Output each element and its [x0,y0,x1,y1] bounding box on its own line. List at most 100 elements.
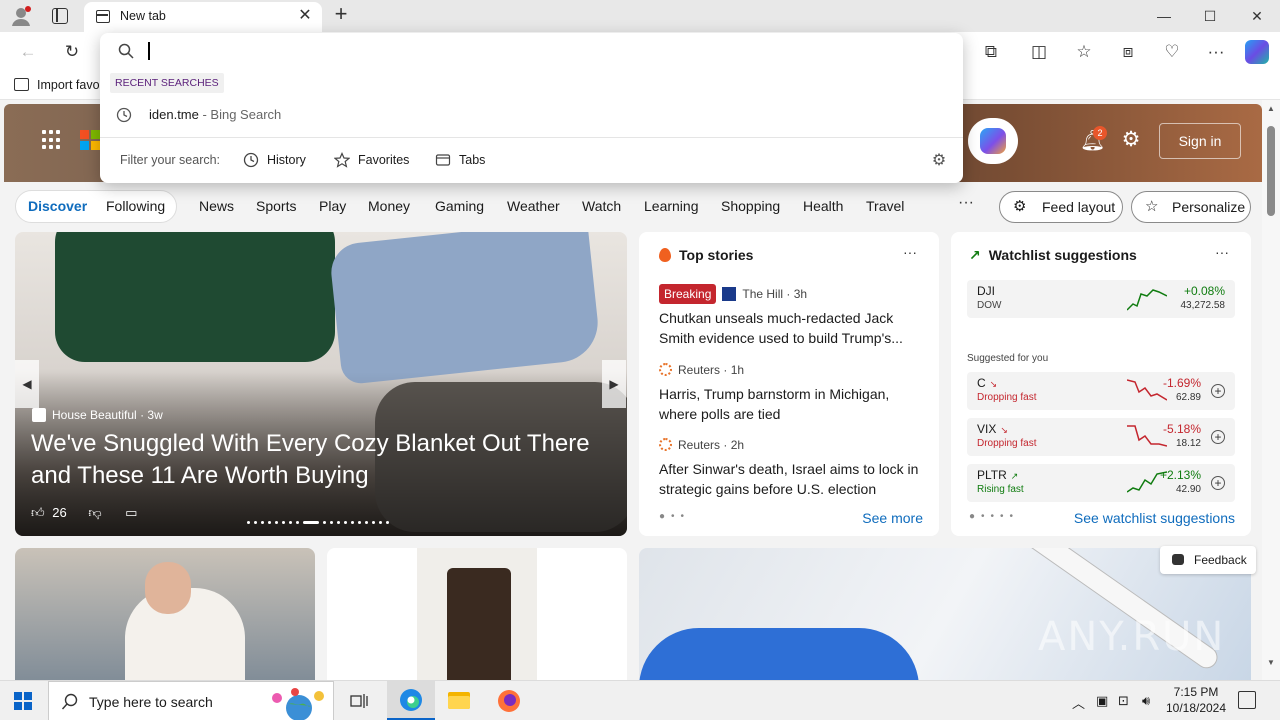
taskbar-file-explorer-icon[interactable] [435,681,483,720]
show-hidden-icons-icon[interactable]: ︿ [1072,693,1085,712]
watchlist-row[interactable]: C ↘ Dropping fast -1.69% 62.89 + [967,372,1235,410]
minimize-button[interactable]: — [1141,0,1187,32]
taskbar-clock[interactable]: 7:15 PM 10/18/2024 [1160,684,1232,716]
task-view-icon[interactable] [350,693,370,709]
add-to-watchlist-icon[interactable]: + [1211,430,1225,444]
page-settings-icon[interactable]: ⚙ [1120,129,1142,151]
meet-now-icon[interactable]: ▣ [1096,693,1108,709]
tab-following[interactable]: Following [106,198,165,214]
feed-layout-button[interactable]: ⚙ Feed layout [999,191,1123,223]
filter-favorites-button[interactable]: Favorites [334,150,414,170]
hero-image-blue-blanket [328,232,602,386]
tab-new-tab[interactable]: New tab ✕ [84,2,322,32]
story-item[interactable]: Reuters · 1h Harris, Trump barnstorm in … [659,360,919,424]
taskbar-search-box[interactable]: Type here to search [48,681,334,720]
watchlist-more-icon[interactable]: ··· [1215,244,1229,260]
taskbar-firefox-icon[interactable] [485,681,533,720]
close-window-button[interactable]: ✕ [1234,0,1280,32]
hero-carousel-dots[interactable] [247,514,393,525]
taskbar-edge-icon[interactable] [387,681,435,720]
watchlist-row[interactable]: PLTR ↗ Rising fast +2.13% 42.90 + [967,464,1235,502]
volume-icon[interactable]: 🔊︎ [1142,693,1150,709]
maximize-button[interactable]: ☐ [1187,0,1233,32]
stock-status: Dropping fast [977,438,1037,449]
nav-learning[interactable]: Learning [644,198,699,214]
filter-history-button[interactable]: History [243,150,313,170]
sign-in-button[interactable]: Sign in [1159,123,1241,159]
add-to-watchlist-icon[interactable]: + [1211,476,1225,490]
story-source: The Hill [742,287,784,301]
hero-card[interactable]: ◀ ▶ House Beautiful · 3w We've Snuggled … [15,232,627,536]
copilot-icon[interactable] [1245,40,1269,64]
watchlist-row-dji[interactable]: DJI DOW +0.08% 43,272.58 [967,280,1235,318]
address-input[interactable] [146,39,926,63]
feedback-button[interactable]: Feedback [1160,546,1256,574]
close-tab-icon[interactable]: ✕ [296,7,314,25]
top-stories-pager[interactable]: ●•• [659,511,690,522]
back-icon[interactable]: ← [16,40,40,64]
clock-date: 10/18/2024 [1165,701,1227,715]
stock-price: 43,272.58 [1180,300,1226,311]
search-settings-icon[interactable]: ⚙ [930,152,948,170]
watchlist-row[interactable]: VIX ↘ Dropping fast -5.18% 18.12 + [967,418,1235,456]
news-tile-fashion[interactable] [327,548,627,680]
watchlist-pager[interactable]: ●•••• [969,511,1019,522]
favorites-star-icon[interactable]: ☆ [1072,40,1096,64]
extensions-icon[interactable]: ⧉ [979,40,1003,64]
filter-search-label: Filter your search: [120,153,221,167]
news-tile-pope[interactable] [15,548,315,680]
the-hill-logo-icon [722,287,737,301]
start-windows-icon[interactable] [14,692,32,710]
story-item[interactable]: Reuters · 2h After Sinwar's death, Israe… [659,435,919,499]
recent-search-item[interactable]: iden.tme - Bing Search [100,101,963,129]
tab-discover[interactable]: Discover [28,198,87,214]
browser-essentials-icon[interactable]: ♡ [1160,40,1184,64]
collections-icon[interactable]: ⧈ [1116,40,1140,64]
refresh-icon[interactable]: ↻ [60,40,84,64]
nav-money[interactable]: Money [368,198,410,214]
nav-news[interactable]: News [199,198,234,214]
suggested-label: Suggested for you [967,353,1049,364]
import-favorites-item[interactable]: Import favo [14,78,100,92]
story-title: After Sinwar's death, Israel aims to loc… [659,461,919,497]
split-screen-icon[interactable]: ◫ [1027,40,1051,64]
nav-watch[interactable]: Watch [582,198,621,214]
watchlist-heading: ↗ Watchlist suggestions [969,247,1137,264]
network-icon[interactable]: ⊡ [1118,693,1129,709]
page-scrollbar[interactable]: ▲ ▼ [1262,100,1280,680]
see-more-link[interactable]: See more [862,510,923,526]
feed-layout-label: Feed layout [1042,199,1116,215]
nav-gaming[interactable]: Gaming [435,198,484,214]
nav-health[interactable]: Health [803,198,843,214]
new-tab-button[interactable]: + [330,3,352,26]
profile-icon[interactable] [10,5,32,27]
scroll-down-icon[interactable]: ▼ [1266,658,1276,667]
more-menu-icon[interactable]: ··· [1204,40,1228,64]
top-stories-card: Top stories ··· Breaking The Hill · 3h Ch… [639,232,939,536]
nav-sports[interactable]: Sports [256,198,296,214]
nav-weather[interactable]: Weather [507,198,560,214]
like-icon[interactable]: 👍︎ [31,505,45,520]
microsoft-logo-icon [80,130,100,150]
add-to-watchlist-icon[interactable]: + [1211,384,1225,398]
nav-shopping[interactable]: Shopping [721,198,780,214]
action-center-icon[interactable] [1238,691,1256,709]
filter-tabs-button[interactable]: Tabs [435,150,495,170]
story-item[interactable]: Breaking The Hill · 3h Chutkan unseals mu… [659,284,919,348]
comment-icon[interactable]: ▭ [125,505,137,520]
hero-title[interactable]: We've Snuggled With Every Cozy Blanket O… [31,428,611,492]
hero-next-icon[interactable]: ▶ [602,360,626,408]
scroll-up-icon[interactable]: ▲ [1266,104,1276,113]
app-launcher-icon[interactable] [42,130,62,150]
hero-prev-icon[interactable]: ◀ [15,360,39,408]
nav-play[interactable]: Play [319,198,346,214]
personalize-button[interactable]: ☆ Personalize [1131,191,1251,223]
scrollbar-thumb[interactable] [1267,126,1275,216]
copilot-search-icon[interactable] [968,118,1018,164]
dislike-icon[interactable]: 👎︎ [88,505,101,520]
nav-more-icon[interactable]: ··· [958,194,974,212]
nav-travel[interactable]: Travel [866,198,904,214]
tab-actions-icon[interactable] [52,8,68,24]
see-watchlist-suggestions-link[interactable]: See watchlist suggestions [1074,510,1235,526]
top-stories-more-icon[interactable]: ··· [903,244,917,260]
